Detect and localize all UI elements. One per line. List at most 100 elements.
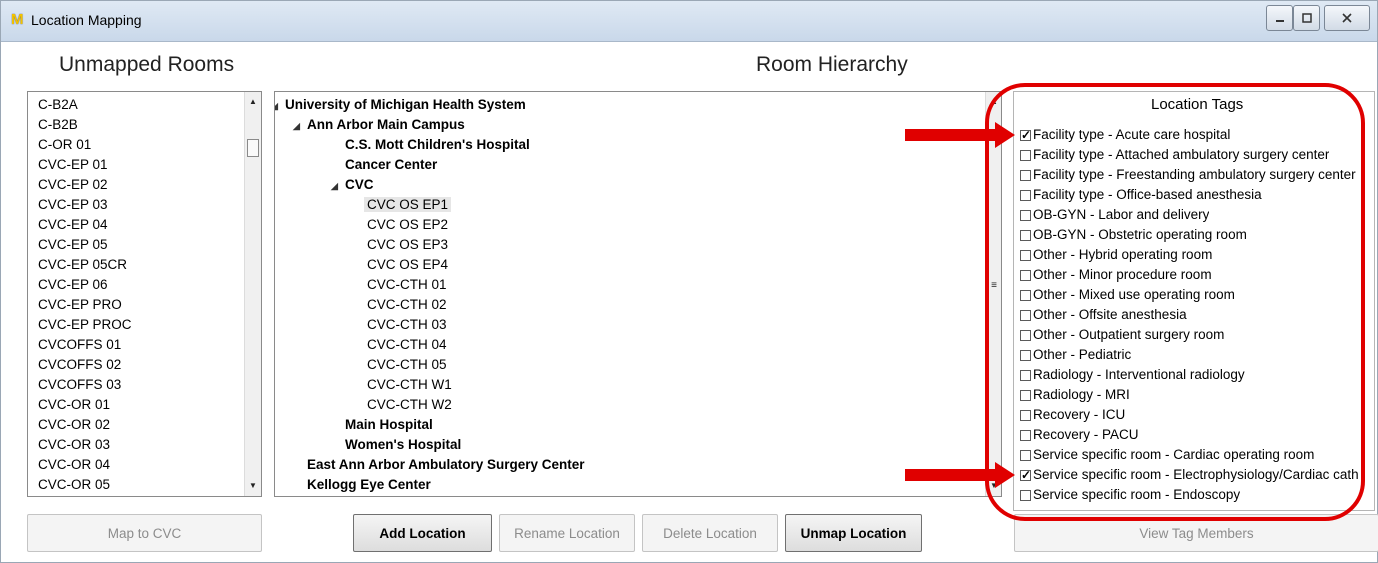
tree-node[interactable]: Main Hospital bbox=[345, 415, 433, 435]
checked-checkbox-icon[interactable]: ✓ bbox=[1020, 129, 1031, 141]
tree-node[interactable]: CVC-CTH 03 bbox=[367, 315, 447, 335]
tree-node[interactable]: CVC-CTH 05 bbox=[367, 355, 447, 375]
checkbox-icon[interactable] bbox=[1020, 149, 1031, 161]
scroll-down-icon[interactable]: ▼ bbox=[245, 478, 261, 494]
tree-node[interactable]: C.S. Mott Children's Hospital bbox=[345, 135, 530, 155]
checkbox-icon[interactable] bbox=[1020, 209, 1031, 221]
list-item[interactable]: CVCOFFS 02 bbox=[38, 355, 121, 375]
list-item[interactable]: CVC-EP PRO bbox=[38, 295, 122, 315]
rename-location-button[interactable]: Rename Location bbox=[499, 514, 635, 552]
list-item[interactable]: CVC-EP PROC bbox=[38, 315, 132, 335]
tree-node[interactable]: Kellogg Eye Center bbox=[307, 475, 431, 495]
tree-node[interactable]: East Ann Arbor Ambulatory Surgery Center bbox=[307, 455, 585, 475]
list-item[interactable]: CVC-EP 03 bbox=[38, 195, 108, 215]
minimize-button[interactable] bbox=[1266, 5, 1293, 31]
checkbox-icon[interactable] bbox=[1020, 329, 1031, 341]
delete-location-button[interactable]: Delete Location bbox=[642, 514, 778, 552]
tag-checkbox-row[interactable]: Facility type - Office-based anesthesia bbox=[1020, 185, 1262, 205]
tree-node[interactable]: CVC-CTH W2 bbox=[367, 395, 452, 415]
scroll-up-icon[interactable]: ▲ bbox=[986, 94, 1001, 110]
list-item[interactable]: CVC-OR 03 bbox=[38, 435, 110, 455]
tag-checkbox-row[interactable]: ✓ Service specific room - Electrophysiolo… bbox=[1020, 465, 1359, 485]
tag-checkbox-row[interactable]: Other - Pediatric bbox=[1020, 345, 1131, 365]
list-item[interactable]: CVC-OR 01 bbox=[38, 395, 110, 415]
tree-node[interactable]: ◢University of Michigan Health System bbox=[275, 95, 526, 116]
expand-arrow-icon[interactable]: ◢ bbox=[293, 116, 307, 136]
tag-checkbox-row[interactable]: Recovery - ICU bbox=[1020, 405, 1125, 425]
list-item[interactable]: CVC-EP 05 bbox=[38, 235, 108, 255]
unmap-location-button[interactable]: Unmap Location bbox=[785, 514, 922, 552]
add-location-button[interactable]: Add Location bbox=[353, 514, 492, 552]
tree-node[interactable]: CVC OS EP4 bbox=[367, 255, 448, 275]
tree-node[interactable]: CVC-CTH 01 bbox=[367, 275, 447, 295]
tree-node[interactable]: ◢ Ann Arbor Main Campus bbox=[293, 115, 465, 136]
checkbox-icon[interactable] bbox=[1020, 349, 1031, 361]
tag-checkbox-row[interactable]: Other - Hybrid operating room bbox=[1020, 245, 1212, 265]
scroll-grip-icon[interactable]: ≡ bbox=[986, 278, 1001, 294]
tree-node[interactable]: CVC-CTH W1 bbox=[367, 375, 452, 395]
checkbox-icon[interactable] bbox=[1020, 429, 1031, 441]
scroll-thumb[interactable] bbox=[247, 139, 259, 157]
list-item[interactable]: CVC-EP 01 bbox=[38, 155, 108, 175]
list-item[interactable]: C-OR 01 bbox=[38, 135, 91, 155]
close-button[interactable] bbox=[1324, 5, 1370, 31]
tree-node[interactable]: Cancer Center bbox=[345, 155, 437, 175]
room-hierarchy-scrollbar[interactable]: ▲ ≡ ▼ bbox=[985, 92, 1001, 496]
tag-checkbox-row[interactable]: Recovery - PACU bbox=[1020, 425, 1139, 445]
maximize-button[interactable] bbox=[1293, 5, 1320, 31]
tag-checkbox-row[interactable]: OB-GYN - Labor and delivery bbox=[1020, 205, 1209, 225]
tag-checkbox-row[interactable]: ✓ Facility type - Acute care hospital bbox=[1020, 125, 1230, 145]
checkbox-icon[interactable] bbox=[1020, 229, 1031, 241]
tree-node[interactable]: CVC OS EP2 bbox=[367, 215, 448, 235]
checkbox-icon[interactable] bbox=[1020, 409, 1031, 421]
tag-checkbox-row[interactable]: Service specific room - Cardiac operatin… bbox=[1020, 445, 1314, 465]
tag-checkbox-row[interactable]: Radiology - MRI bbox=[1020, 385, 1130, 405]
tag-checkbox-row[interactable]: Other - Minor procedure room bbox=[1020, 265, 1212, 285]
room-hierarchy-tree[interactable]: ▲ ≡ ▼ ◢University of Michigan Health Sys… bbox=[274, 91, 1002, 497]
title-bar[interactable]: M Location Mapping bbox=[1, 1, 1377, 42]
list-item[interactable]: CVC-OR 05 bbox=[38, 475, 110, 495]
unmapped-rooms-scrollbar[interactable]: ▲ ▼ bbox=[244, 92, 261, 496]
tag-checkbox-row[interactable]: Other - Offsite anesthesia bbox=[1020, 305, 1187, 325]
expand-arrow-icon[interactable]: ◢ bbox=[275, 96, 285, 116]
tag-checkbox-row[interactable]: Facility type - Attached ambulatory surg… bbox=[1020, 145, 1329, 165]
tag-checkbox-row[interactable]: OB-GYN - Obstetric operating room bbox=[1020, 225, 1247, 245]
list-item[interactable]: CVCOFFS 01 bbox=[38, 335, 121, 355]
tree-node[interactable]: CVC OS EP3 bbox=[367, 235, 448, 255]
tree-node[interactable]: CVC-CTH 02 bbox=[367, 295, 447, 315]
checkbox-icon[interactable] bbox=[1020, 189, 1031, 201]
checkbox-icon[interactable] bbox=[1020, 369, 1031, 381]
checkbox-icon[interactable] bbox=[1020, 449, 1031, 461]
checkbox-icon[interactable] bbox=[1020, 489, 1031, 501]
list-item[interactable]: CVC-EP 05CR bbox=[38, 255, 127, 275]
list-item[interactable]: CVC-OR 04 bbox=[38, 455, 110, 475]
checkbox-icon[interactable] bbox=[1020, 389, 1031, 401]
list-item[interactable]: CVC-OR 02 bbox=[38, 415, 110, 435]
tree-node[interactable]: Women's Hospital bbox=[345, 435, 461, 455]
checkbox-icon[interactable] bbox=[1020, 269, 1031, 281]
unmapped-rooms-list[interactable]: ▲ ▼ C-B2A C-B2B C-OR 01 CVC-EP 01 CVC-EP 02 C… bbox=[27, 91, 262, 497]
list-item[interactable]: CVC-EP 06 bbox=[38, 275, 108, 295]
tag-checkbox-row[interactable]: Service specific room - Endoscopy bbox=[1020, 485, 1240, 505]
tree-node[interactable]: ◢ CVC bbox=[331, 175, 374, 196]
tree-node[interactable]: CVC-CTH 04 bbox=[367, 335, 447, 355]
checkbox-icon[interactable] bbox=[1020, 169, 1031, 181]
list-item[interactable]: CVC-EP 04 bbox=[38, 215, 108, 235]
expand-arrow-icon[interactable]: ◢ bbox=[331, 176, 345, 196]
list-item[interactable]: CVC-EP 02 bbox=[38, 175, 108, 195]
checkbox-icon[interactable] bbox=[1020, 289, 1031, 301]
tag-checkbox-row[interactable]: Facility type - Freestanding ambulatory … bbox=[1020, 165, 1356, 185]
scroll-up-icon[interactable]: ▲ bbox=[245, 94, 261, 110]
view-tag-members-button[interactable]: View Tag Members bbox=[1014, 514, 1378, 552]
list-item[interactable]: C-B2B bbox=[38, 115, 78, 135]
list-item[interactable]: CVCOFFS 03 bbox=[38, 375, 121, 395]
tag-checkbox-row[interactable]: Other - Mixed use operating room bbox=[1020, 285, 1235, 305]
tree-node[interactable]: CVC OS EP1 bbox=[364, 195, 452, 215]
map-to-cvc-button[interactable]: Map to CVC bbox=[27, 514, 262, 552]
tag-checkbox-row[interactable]: Other - Outpatient surgery room bbox=[1020, 325, 1224, 345]
checkbox-icon[interactable] bbox=[1020, 309, 1031, 321]
checkbox-icon[interactable] bbox=[1020, 249, 1031, 261]
checked-checkbox-icon[interactable]: ✓ bbox=[1020, 469, 1031, 481]
tag-checkbox-row[interactable]: Radiology - Interventional radiology bbox=[1020, 365, 1245, 385]
list-item[interactable]: C-B2A bbox=[38, 95, 78, 115]
